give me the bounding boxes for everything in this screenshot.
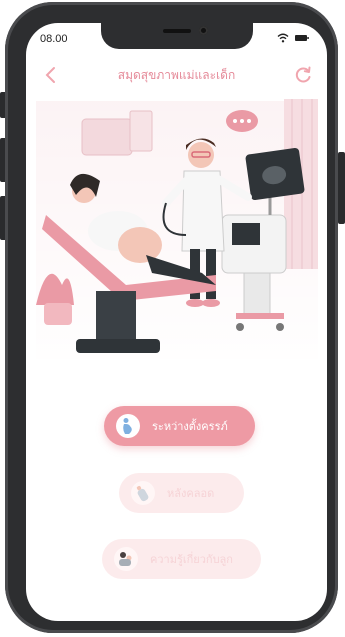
battery-icon	[295, 35, 309, 41]
ultrasound-illustration	[36, 99, 318, 359]
pregnant-belly-icon	[116, 414, 140, 438]
menu-item-label: หลังคลอด	[167, 487, 215, 500]
mother-baby-icon	[114, 547, 138, 571]
menu-item-pregnancy[interactable]: ระหว่างตั้งครรภ์	[104, 406, 255, 446]
front-camera	[199, 26, 208, 35]
menu-item-postpartum[interactable]: หลังคลอด	[119, 473, 244, 513]
page-title: สมุดสุขภาพแม่และเด็ก	[117, 67, 236, 82]
baby-bottle-icon	[131, 481, 155, 505]
status-time: 08.00	[40, 33, 68, 45]
power-button	[338, 152, 345, 224]
speaker	[163, 29, 191, 33]
phone-screen: 08.00 สมุดสุขภาพแม่และเด็ก ระหว่างตั้งคร…	[26, 23, 327, 621]
menu-item-label: ระหว่างตั้งครรภ์	[152, 420, 228, 433]
status-icons	[277, 33, 309, 43]
top-bar: สมุดสุขภาพแม่และเด็ก	[26, 57, 327, 93]
notch	[101, 23, 253, 49]
back-icon[interactable]	[42, 65, 62, 85]
refresh-icon[interactable]	[293, 65, 313, 85]
menu-item-child-knowledge[interactable]: ความรู้เกี่ยวกับลูก	[102, 539, 261, 579]
wifi-icon	[277, 33, 289, 43]
phone-frame: 08.00 สมุดสุขภาพแม่และเด็ก ระหว่างตั้งคร…	[5, 2, 338, 633]
menu-item-label: ความรู้เกี่ยวกับลูก	[150, 553, 233, 566]
